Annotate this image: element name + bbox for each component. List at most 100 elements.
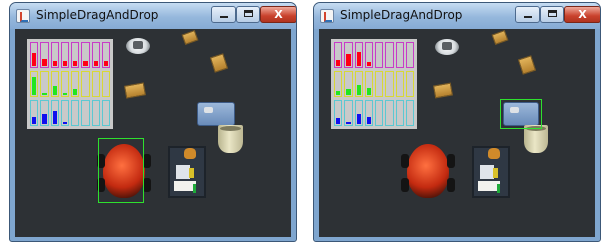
app-window-left: SimpleDragAndDrop X xyxy=(9,2,297,242)
minimize-button[interactable] xyxy=(211,6,236,23)
paper-cup[interactable] xyxy=(218,125,243,153)
camera-view[interactable] xyxy=(15,29,291,237)
java-app-icon xyxy=(16,9,30,23)
histogram-bin xyxy=(81,71,90,97)
robot-wheel xyxy=(401,178,409,192)
window-title: SimpleDragAndDrop xyxy=(36,8,159,22)
histogram-bin-fill xyxy=(366,62,371,66)
maximize-icon xyxy=(244,10,253,17)
tray-card xyxy=(176,165,190,179)
histogram-bin xyxy=(364,100,373,126)
histogram-bin-fill xyxy=(346,54,351,66)
histogram-bin xyxy=(30,100,39,126)
robot-wheel xyxy=(401,154,409,168)
histogram-bin xyxy=(375,42,384,68)
small-box[interactable] xyxy=(491,29,509,46)
paper-cup[interactable] xyxy=(524,125,548,153)
histogram-bin xyxy=(91,71,100,97)
small-box[interactable] xyxy=(181,29,199,46)
java-app-icon xyxy=(320,9,334,23)
histogram-bin xyxy=(81,42,90,68)
histogram-bin-fill xyxy=(62,61,67,66)
histogram-bin xyxy=(334,42,343,68)
app-window-right: SimpleDragAndDrop X xyxy=(313,2,601,242)
histogram-bin xyxy=(364,42,373,68)
histogram-bin xyxy=(354,100,363,126)
histogram-bin-fill xyxy=(336,118,341,124)
histogram-bin-fill xyxy=(336,60,341,66)
histogram-bin-fill xyxy=(42,59,47,66)
histogram-bin xyxy=(334,71,343,97)
histogram-bin xyxy=(344,71,353,97)
histogram-bin-fill xyxy=(336,91,341,95)
robot-wheel xyxy=(143,178,151,192)
cardboard-box[interactable] xyxy=(433,82,453,99)
histogram-bin-fill xyxy=(62,93,67,95)
robot-wheel xyxy=(143,154,151,168)
minimize-icon xyxy=(220,16,228,18)
orange-robot[interactable] xyxy=(401,144,455,198)
histogram-bin-fill xyxy=(42,114,47,124)
histogram-bin xyxy=(30,42,39,68)
histogram-bin xyxy=(364,71,373,97)
tray-card xyxy=(480,165,494,179)
maximize-icon xyxy=(548,10,557,17)
histogram-bin-fill xyxy=(52,61,57,66)
tray-accent xyxy=(493,168,498,178)
histogram-bin xyxy=(101,100,110,126)
roomba-robot[interactable] xyxy=(435,39,459,55)
histogram-bin-fill xyxy=(73,89,78,95)
histogram-bin xyxy=(385,42,394,68)
histogram-bin-fill xyxy=(356,85,361,95)
histogram-bin xyxy=(60,71,69,97)
histogram-row-cyan xyxy=(333,100,415,126)
title-bar[interactable]: SimpleDragAndDrop X xyxy=(10,3,296,29)
tray-toy xyxy=(184,148,196,159)
histogram-bin-fill xyxy=(93,61,98,66)
histogram-bin xyxy=(50,42,59,68)
maximize-button[interactable] xyxy=(540,6,564,23)
small-box[interactable] xyxy=(517,55,537,75)
maximize-button[interactable] xyxy=(236,6,260,23)
tray-accent xyxy=(189,168,194,178)
tray-accent xyxy=(497,184,500,193)
minimize-button[interactable] xyxy=(515,6,540,23)
histogram-bin xyxy=(354,42,363,68)
histogram-bin-fill xyxy=(356,114,361,124)
histogram-bin xyxy=(40,100,49,126)
histogram-bin xyxy=(395,71,404,97)
robot-wheel xyxy=(447,154,455,168)
close-icon: X xyxy=(274,8,283,21)
close-button[interactable]: X xyxy=(564,6,600,23)
histogram-bin xyxy=(60,42,69,68)
cardboard-box[interactable] xyxy=(124,82,146,99)
histogram-bin xyxy=(385,100,394,126)
toy-tray[interactable] xyxy=(168,146,206,198)
title-bar[interactable]: SimpleDragAndDrop X xyxy=(314,3,600,29)
histogram-bin-fill xyxy=(62,122,67,124)
histogram-bin-fill xyxy=(103,61,108,66)
histogram-bin-fill xyxy=(42,93,47,95)
histogram-bin xyxy=(354,71,363,97)
color-histogram-overlay xyxy=(27,39,113,129)
small-box[interactable] xyxy=(209,53,229,73)
histogram-bin xyxy=(81,100,90,126)
blue-basket[interactable] xyxy=(197,102,235,126)
histogram-row-magenta xyxy=(333,42,415,68)
histogram-bin xyxy=(405,100,414,126)
selection-box[interactable] xyxy=(98,138,144,203)
histogram-bin xyxy=(60,100,69,126)
camera-view[interactable] xyxy=(319,29,595,237)
histogram-bin xyxy=(71,100,80,126)
histogram-bin xyxy=(71,71,80,97)
close-button[interactable]: X xyxy=(260,6,296,23)
roomba-robot[interactable] xyxy=(126,38,150,54)
histogram-bin-fill xyxy=(83,61,88,66)
selection-box[interactable] xyxy=(500,99,542,129)
histogram-bin xyxy=(30,71,39,97)
histogram-bin xyxy=(395,100,404,126)
toy-tray[interactable] xyxy=(472,146,510,198)
histogram-bin xyxy=(334,100,343,126)
histogram-bin-fill xyxy=(366,117,371,124)
histogram-bin xyxy=(405,71,414,97)
